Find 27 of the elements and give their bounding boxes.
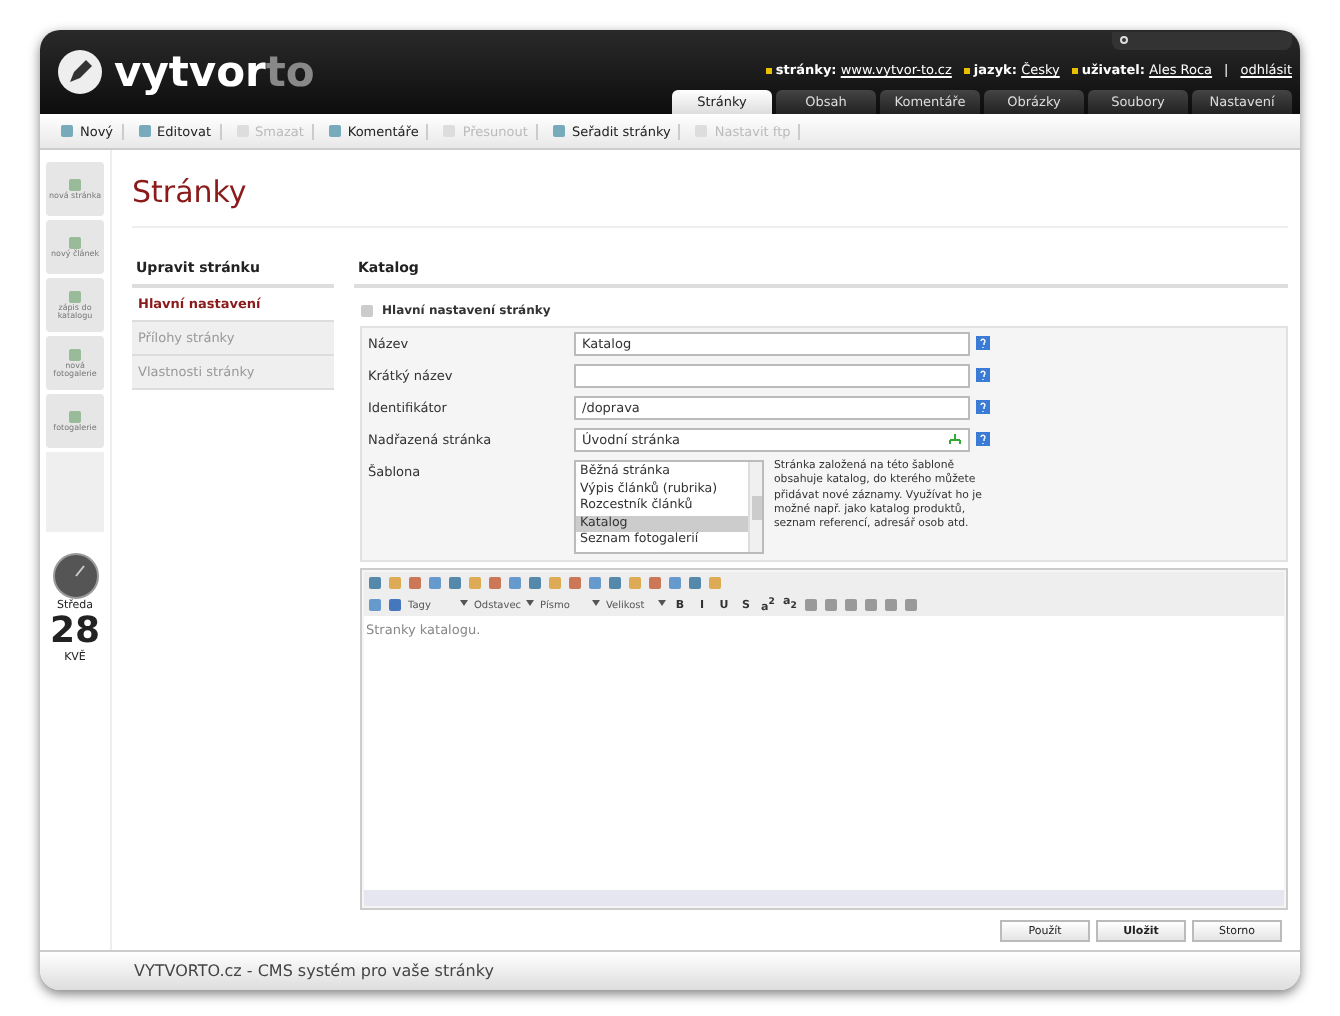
- toolbar-icon: [137, 124, 152, 138]
- toolbar-icon: [442, 124, 457, 138]
- toolbar-icon: [551, 124, 566, 138]
- caret-icon: [658, 599, 666, 605]
- search-field[interactable]: [1112, 32, 1292, 50]
- clock-icon: [51, 552, 99, 600]
- caret-icon: [592, 599, 600, 605]
- help-icon[interactable]: [976, 432, 990, 446]
- caret-icon: [526, 599, 534, 605]
- pencil-logo-icon: [56, 48, 104, 96]
- search-icon: [1120, 36, 1130, 46]
- toolbar-icon: [235, 124, 249, 138]
- calendar-day: 28: [49, 612, 101, 652]
- toolbar-icon: [327, 124, 342, 138]
- help-icon[interactable]: [976, 336, 990, 350]
- list-scrollbar[interactable]: [748, 462, 762, 552]
- section-icon: [360, 304, 374, 318]
- logo-text: vytvorto: [114, 48, 315, 96]
- tree-icon: [948, 434, 962, 446]
- help-icon[interactable]: [976, 400, 990, 414]
- toolbar-icon: [694, 124, 709, 138]
- toolbar-icon: [60, 124, 74, 138]
- footer-text: VYTVORTO.cz - CMS systém pro vaše stránky: [134, 962, 494, 980]
- help-icon[interactable]: [976, 368, 990, 382]
- page-title: Stránky: [132, 174, 1288, 228]
- caret-icon: [460, 599, 468, 605]
- text-input[interactable]: [574, 364, 970, 388]
